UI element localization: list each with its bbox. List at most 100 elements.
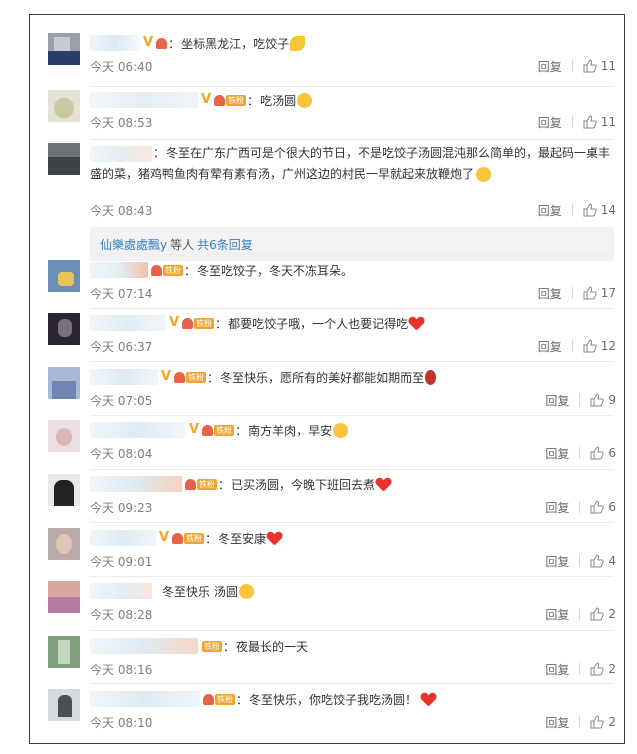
avatar[interactable] bbox=[48, 689, 80, 721]
comment-text: 冬至快乐 汤圆 bbox=[162, 584, 238, 599]
reply-button[interactable]: 回复 bbox=[538, 202, 562, 219]
reply-button[interactable]: 回复 bbox=[545, 499, 569, 516]
like-count: 12 bbox=[600, 339, 616, 353]
colon: ： bbox=[236, 692, 249, 707]
divider bbox=[579, 663, 581, 675]
avatar[interactable] bbox=[48, 367, 80, 399]
username-blurred[interactable] bbox=[90, 369, 158, 385]
colon: ： bbox=[184, 263, 197, 278]
comment-text: 都要吃饺子哦，一个人也要记得吃 bbox=[228, 316, 409, 331]
colon: ： bbox=[168, 36, 181, 51]
divider bbox=[571, 287, 573, 299]
reply-button[interactable]: 回复 bbox=[545, 553, 569, 570]
like-button[interactable]: 2 bbox=[590, 715, 616, 729]
avatar[interactable] bbox=[48, 474, 80, 506]
colon: ： bbox=[205, 531, 218, 546]
like-button[interactable]: 12 bbox=[583, 339, 616, 353]
like-button[interactable]: 11 bbox=[583, 115, 616, 129]
like-button[interactable]: 11 bbox=[583, 59, 616, 73]
divider bbox=[90, 254, 614, 255]
comment-time: 今天 09:23 bbox=[90, 500, 153, 515]
comment-text: 冬至在广东广西可是个很大的节日，不是吃饺子汤圆混沌那么简单的，最起码一桌丰盛的菜… bbox=[90, 146, 611, 181]
reply-button[interactable]: 回复 bbox=[538, 58, 562, 75]
avatar[interactable] bbox=[48, 313, 80, 345]
like-button[interactable]: 2 bbox=[590, 662, 616, 676]
username-blurred[interactable] bbox=[90, 92, 198, 108]
like-count: 6 bbox=[608, 446, 616, 460]
fan-medal-icon bbox=[156, 37, 168, 50]
colon: ： bbox=[235, 423, 248, 438]
like-count: 2 bbox=[608, 662, 616, 676]
avatar[interactable] bbox=[48, 260, 80, 292]
view-more-replies-link[interactable]: 共6条回复 bbox=[197, 236, 253, 253]
like-count: 17 bbox=[600, 286, 616, 300]
divider bbox=[571, 204, 573, 216]
username-blurred[interactable] bbox=[90, 638, 198, 654]
heart-emoji-icon bbox=[267, 531, 282, 546]
comment-text: 坐标黑龙江，吃饺子 bbox=[181, 36, 290, 51]
avatar[interactable] bbox=[48, 636, 80, 668]
colon: ： bbox=[247, 93, 260, 108]
thumbs-up-icon bbox=[590, 446, 605, 460]
comment-text: 冬至快乐，你吃饺子我吃汤圆！ bbox=[249, 692, 418, 707]
divider bbox=[579, 501, 581, 513]
username-blurred[interactable] bbox=[90, 145, 152, 162]
divider bbox=[579, 608, 581, 620]
reply-button[interactable]: 回复 bbox=[545, 445, 569, 462]
like-count: 2 bbox=[608, 607, 616, 621]
like-button[interactable]: 17 bbox=[583, 286, 616, 300]
username-blurred[interactable] bbox=[90, 262, 148, 278]
comment-text: 已买汤圆，今晚下班回去煮 bbox=[231, 477, 376, 492]
like-button[interactable]: 6 bbox=[590, 500, 616, 514]
divider bbox=[571, 340, 573, 352]
sub-reply-suffix: 等人 bbox=[170, 237, 195, 252]
avatar[interactable] bbox=[48, 143, 80, 175]
username-blurred[interactable] bbox=[90, 35, 140, 51]
comment-time: 今天 07:14 bbox=[90, 286, 153, 301]
tears-of-joy-emoji-icon bbox=[297, 92, 313, 108]
like-button[interactable]: 2 bbox=[590, 607, 616, 621]
fan-medal-icon: 铁粉 bbox=[151, 264, 183, 277]
divider bbox=[579, 394, 581, 406]
reply-button[interactable]: 回复 bbox=[545, 714, 569, 731]
verified-badge-icon: V bbox=[189, 422, 200, 437]
reply-button[interactable]: 回复 bbox=[538, 114, 562, 131]
thumbs-up-icon bbox=[583, 339, 597, 353]
comment-text: 吃汤圆 bbox=[260, 93, 297, 108]
username-blurred[interactable] bbox=[90, 476, 182, 492]
reply-button[interactable]: 回复 bbox=[545, 661, 569, 678]
like-button[interactable]: 9 bbox=[590, 393, 616, 407]
sub-replies-box[interactable]: 仙樂處處飄y 等人 共6条回复 bbox=[90, 227, 614, 261]
like-button[interactable]: 6 bbox=[590, 446, 616, 460]
like-count: 9 bbox=[608, 393, 616, 407]
comment-text: 冬至吃饺子，冬天不冻耳朵。 bbox=[197, 263, 354, 278]
reply-button[interactable]: 回复 bbox=[538, 338, 562, 355]
username-blurred[interactable] bbox=[90, 530, 156, 546]
like-count: 4 bbox=[608, 554, 616, 568]
sub-reply-user[interactable]: 仙樂處處飄y bbox=[100, 236, 167, 253]
thumbs-up-icon bbox=[590, 715, 605, 729]
fan-medal-icon: 铁粉 bbox=[214, 94, 247, 107]
like-count: 11 bbox=[600, 59, 616, 73]
reply-button[interactable]: 回复 bbox=[538, 285, 562, 302]
avatar[interactable] bbox=[48, 90, 80, 122]
fan-medal-icon: 铁粉 bbox=[182, 317, 215, 330]
verified-badge-icon: V bbox=[201, 92, 212, 107]
thumbs-up-icon bbox=[583, 59, 597, 73]
avatar[interactable] bbox=[48, 420, 80, 452]
reply-button[interactable]: 回复 bbox=[545, 392, 569, 409]
avatar[interactable] bbox=[48, 528, 80, 560]
avatar[interactable] bbox=[48, 581, 80, 613]
fan-medal-icon: 铁粉 bbox=[174, 371, 207, 384]
verified-badge-icon: V bbox=[169, 315, 180, 330]
comment-time: 今天 08:28 bbox=[90, 607, 153, 622]
username-blurred[interactable] bbox=[90, 691, 200, 707]
like-button[interactable]: 4 bbox=[590, 554, 616, 568]
avatar[interactable] bbox=[48, 33, 80, 65]
username-blurred[interactable] bbox=[90, 583, 152, 599]
like-button[interactable]: 14 bbox=[583, 203, 616, 217]
username-blurred[interactable] bbox=[90, 422, 186, 438]
reply-button[interactable]: 回复 bbox=[545, 606, 569, 623]
username-blurred[interactable] bbox=[90, 315, 166, 331]
colon: ： bbox=[153, 146, 166, 160]
